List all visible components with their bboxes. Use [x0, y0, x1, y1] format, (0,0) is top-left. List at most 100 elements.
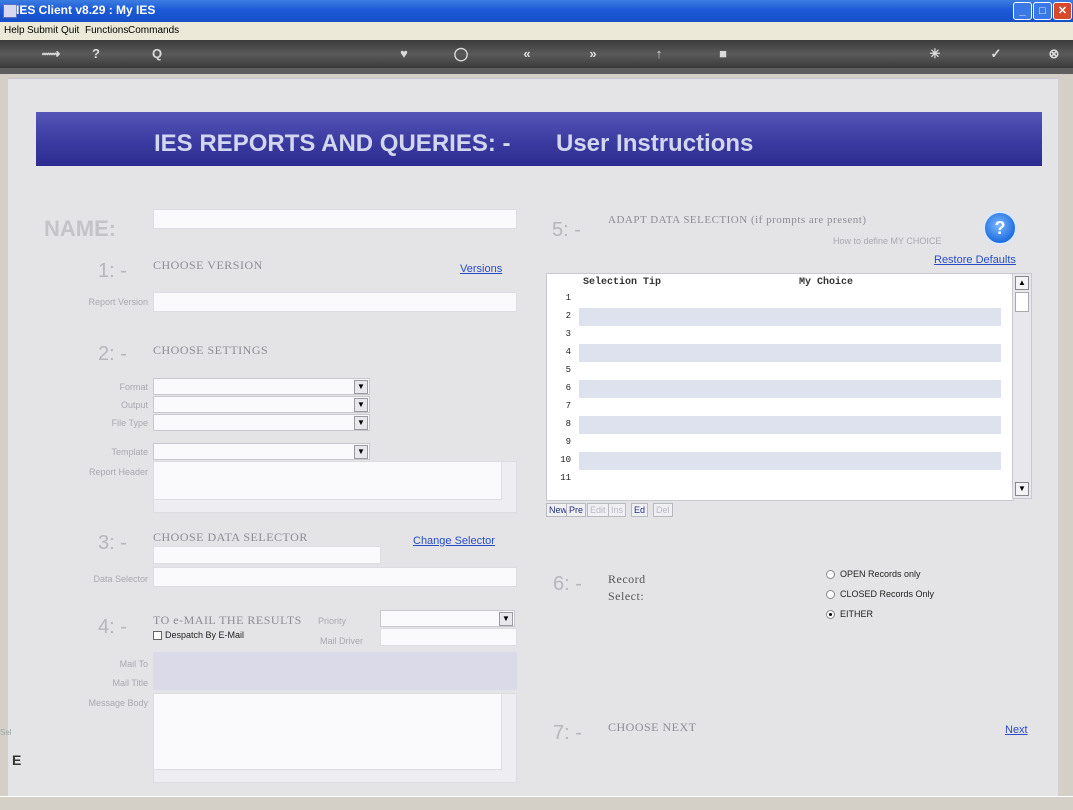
grid-row[interactable]: 9	[547, 434, 1013, 452]
grid-ed-button[interactable]: Ed	[631, 503, 649, 517]
report-header-hscrollbar[interactable]	[154, 499, 502, 512]
grid-row-number: 2	[565, 311, 571, 321]
page-banner: IES REPORTS AND QUERIES: - User Instruct…	[36, 112, 1042, 166]
up-icon[interactable]: ↑	[648, 46, 670, 61]
message-body-scrollbar[interactable]	[501, 694, 516, 782]
grid-row-cell[interactable]	[579, 362, 1001, 380]
grid-row-cell[interactable]	[579, 308, 1001, 326]
chevron-down-icon[interactable]: ▼	[354, 398, 368, 412]
menu-help[interactable]: Help	[4, 25, 25, 36]
report-version-field[interactable]	[153, 292, 517, 312]
grid-row[interactable]: 4	[547, 344, 1013, 362]
output-select[interactable]: ▼	[153, 396, 370, 413]
data-selector-label: Data Selector	[93, 574, 148, 584]
how-to-define-text: How to define MY CHOICE	[833, 236, 942, 246]
data-selector-display	[153, 546, 381, 564]
grid-row-cell[interactable]	[579, 398, 1001, 416]
template-select[interactable]: ▼	[153, 443, 370, 460]
chevron-down-icon[interactable]: ▼	[354, 380, 368, 394]
despatch-email-checkbox[interactable]	[153, 631, 162, 640]
file-type-label: File Type	[111, 418, 148, 428]
menubar: Help Submit Quit Functions Commands	[0, 22, 1073, 40]
mail-title-field[interactable]	[153, 672, 517, 690]
name-input[interactable]	[153, 209, 517, 229]
menu-functions[interactable]: Functions	[85, 25, 128, 36]
grid-row-cell[interactable]	[579, 344, 1001, 362]
grid-row[interactable]: 8	[547, 416, 1013, 434]
mail-driver-field[interactable]	[380, 628, 517, 646]
mail-to-label: Mail To	[119, 659, 148, 669]
menu-submit[interactable]: Submit	[27, 25, 58, 36]
search-icon[interactable]: Q	[146, 46, 168, 61]
grid-row[interactable]: 2	[547, 308, 1013, 326]
grid-row-cell[interactable]	[579, 434, 1001, 452]
help-icon[interactable]: ?	[85, 46, 107, 61]
grid-prev-button[interactable]: Pre	[566, 503, 587, 517]
versions-link[interactable]: Versions	[460, 263, 502, 275]
grid-scrollbar[interactable]: ▲ ▼	[1012, 273, 1032, 499]
chevron-down-icon[interactable]: ▼	[354, 445, 368, 459]
grid-row[interactable]: 3	[547, 326, 1013, 344]
grid-row[interactable]: 11	[547, 470, 1013, 488]
radio-either[interactable]	[826, 610, 835, 619]
file-type-select[interactable]: ▼	[153, 414, 370, 431]
scroll-down-icon[interactable]: ▼	[1015, 482, 1029, 496]
chevron-down-icon[interactable]: ▼	[499, 612, 513, 626]
grid-row[interactable]: 5	[547, 362, 1013, 380]
grid-row-cell[interactable]	[579, 326, 1001, 344]
report-header-textarea[interactable]	[153, 461, 517, 513]
grid-del-button[interactable]: Del	[653, 503, 673, 517]
step3-heading: CHOOSE DATA SELECTOR	[153, 530, 308, 544]
grid-row-cell[interactable]	[579, 452, 1001, 470]
chevron-down-icon[interactable]: ▼	[354, 416, 368, 430]
grid-row[interactable]: 7	[547, 398, 1013, 416]
grid-ins-button[interactable]: Ins	[608, 503, 627, 517]
message-body-hscrollbar[interactable]	[154, 769, 502, 782]
stop-icon[interactable]: ■	[712, 46, 734, 61]
record-label: Record	[608, 572, 646, 586]
data-selector-field[interactable]	[153, 567, 517, 587]
grid-row-cell[interactable]	[579, 416, 1001, 434]
change-selector-link[interactable]: Change Selector	[413, 535, 495, 547]
grid-row-number: 6	[565, 383, 571, 393]
template-label: Template	[111, 447, 148, 457]
help-circle-icon[interactable]: ?	[983, 211, 1017, 245]
grid-row-cell[interactable]	[579, 380, 1001, 398]
refresh-icon[interactable]: ◯	[450, 46, 472, 62]
format-select[interactable]: ▼	[153, 378, 370, 395]
grid-row-cell[interactable]	[579, 470, 1001, 488]
scroll-thumb[interactable]	[1015, 292, 1029, 312]
favorite-heart-icon[interactable]: ♥	[393, 46, 415, 61]
left-edge-glyph: E	[12, 752, 22, 768]
scroll-up-icon[interactable]: ▲	[1015, 276, 1029, 290]
grid-row[interactable]: 1	[547, 290, 1013, 308]
cancel-icon[interactable]: ⊗	[1043, 46, 1065, 62]
radio-closed-records[interactable]	[826, 590, 835, 599]
step5-number: 5: -	[552, 219, 581, 241]
message-body-textarea[interactable]	[153, 693, 517, 783]
next-icon[interactable]: »	[582, 46, 604, 61]
grid-row[interactable]: 10	[547, 452, 1013, 470]
maximize-button[interactable]: □	[1033, 2, 1052, 20]
format-label: Format	[119, 382, 148, 392]
toolbar-strip	[0, 68, 1073, 74]
restore-defaults-link[interactable]: Restore Defaults	[934, 254, 1016, 266]
previous-icon[interactable]: «	[516, 46, 538, 61]
exit-arrow-icon[interactable]: ⟿	[34, 46, 68, 62]
radio-open-records[interactable]	[826, 570, 835, 579]
menu-commands[interactable]: Commands	[128, 25, 179, 36]
confirm-icon[interactable]: ✓	[985, 46, 1007, 62]
grid-row-number: 11	[560, 473, 571, 483]
menu-quit[interactable]: Quit	[61, 25, 79, 36]
minimize-button[interactable]: _	[1013, 2, 1032, 20]
step5-heading: ADAPT DATA SELECTION (if prompts are pre…	[608, 214, 867, 226]
grid-row-cell[interactable]	[579, 290, 1001, 308]
grid-edit-button[interactable]: Edit	[587, 503, 609, 517]
next-link[interactable]: Next	[1005, 724, 1028, 736]
priority-select[interactable]: ▼	[380, 610, 515, 627]
mail-to-field[interactable]	[153, 652, 517, 672]
grid-row[interactable]: 6	[547, 380, 1013, 398]
report-header-scrollbar[interactable]	[501, 462, 516, 512]
settings-icon[interactable]: ✳	[924, 46, 946, 62]
close-button[interactable]: ✕	[1053, 2, 1072, 20]
